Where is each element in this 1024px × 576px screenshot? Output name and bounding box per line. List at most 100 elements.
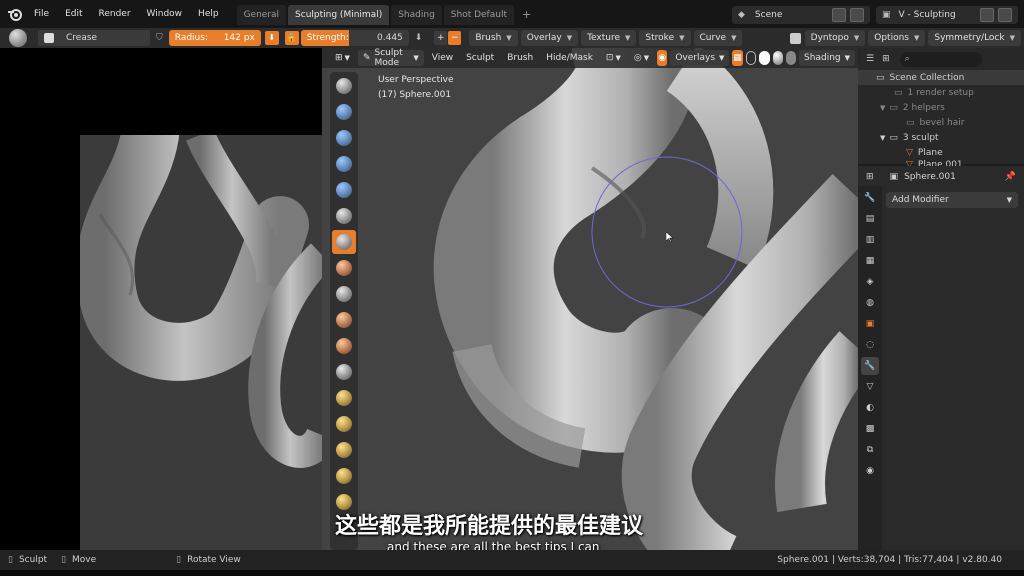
new-scene-icon[interactable] (832, 8, 846, 22)
stroke-dropdown[interactable]: Stroke ▼ (639, 30, 691, 46)
radius-pressure-icon[interactable]: ⬇ (264, 31, 279, 45)
tool-nudge[interactable] (332, 464, 356, 488)
menu-render[interactable]: Render (91, 0, 139, 28)
add-workspace-icon[interactable]: + (516, 8, 537, 21)
gizmo-toggle-icon[interactable]: ◎ ▼ (629, 50, 654, 66)
view-object-types-icon[interactable]: ⊡ ▼ (601, 50, 626, 66)
view-layer-selector[interactable]: ▣ V - Sculpting (876, 6, 1018, 24)
solid-shading-icon[interactable] (759, 51, 770, 65)
texture-dropdown[interactable]: Texture ▼ (581, 30, 637, 46)
outliner-row-render-setup[interactable]: ▭ 1 render setup (858, 85, 1024, 100)
material-tab-icon[interactable]: ◐ (861, 399, 879, 417)
render-tab-icon[interactable]: ▤ (861, 210, 879, 228)
status-bar: ▯ Sculpt ▯ Move ▯ Rotate View Sphere.001… (0, 550, 1024, 570)
overlays-toggle-icon[interactable]: ◉ (657, 50, 668, 66)
menu-file[interactable]: File (26, 0, 57, 28)
direction-add-button[interactable]: + (434, 31, 448, 45)
data-tab-icon[interactable]: ◉ (861, 462, 879, 480)
shading-dropdown[interactable]: Shading ▼ (799, 50, 855, 66)
material-shading-icon[interactable] (772, 51, 783, 65)
brush-dropdown[interactable]: Brush ▼ (469, 30, 518, 46)
modifier-tab-icon[interactable]: 🔧 (861, 357, 879, 375)
wireframe-shading-icon[interactable] (745, 51, 757, 65)
delete-scene-icon[interactable] (850, 8, 864, 22)
viewport-menu-brush[interactable]: Brush (502, 50, 538, 66)
outliner-row-bevel-hair[interactable]: ▭ bevel hair (858, 115, 1024, 130)
outliner-row-helpers[interactable]: ▼ ▭ 2 helpers (858, 100, 1024, 115)
strength-lock-icon[interactable]: 🔒 (284, 31, 299, 45)
outliner-display-icon[interactable]: ⊞ (882, 54, 890, 64)
pin-icon[interactable]: 📌 (1005, 172, 1016, 182)
viewport-menu-sculpt[interactable]: Sculpt (461, 50, 499, 66)
brush-preview-icon[interactable] (9, 29, 27, 47)
tool-draw-sharp[interactable] (332, 100, 356, 124)
editor-type-icon[interactable]: ⊞ ▼ (330, 50, 355, 66)
tool-layer[interactable] (332, 178, 356, 202)
view-layer-tab-icon[interactable]: ▦ (861, 252, 879, 270)
symmetry-dropdown[interactable]: Symmetry/Lock ▼ (928, 30, 1021, 46)
strength-field[interactable]: Strength: 0.445 (300, 30, 409, 46)
menu-edit[interactable]: Edit (57, 0, 90, 28)
tool-crease[interactable] (332, 230, 356, 254)
blender-logo-icon[interactable] (4, 3, 26, 25)
new-view-layer-icon[interactable] (980, 8, 994, 22)
brush-name-text: Crease (66, 33, 98, 43)
texture-tab-icon[interactable]: ▩ (861, 420, 879, 438)
delete-view-layer-icon[interactable] (998, 8, 1012, 22)
tool-clay[interactable] (332, 126, 356, 150)
properties-editor: ⊞ ▣ Sphere.001 📌 🔧 ▤ ▥ ▦ ◈ ◍ ▣ ◌ 🔧 ▽ ◐ ▩… (858, 166, 1024, 550)
3d-viewport[interactable]: ⊞ ▼ ✎ Sculpt Mode ▼ View Sculpt Brush Hid… (322, 48, 858, 550)
strength-pressure-icon[interactable]: ⬇ (415, 33, 423, 43)
workspace-tab-shot-default[interactable]: Shot Default (443, 5, 514, 25)
rendered-shading-icon[interactable] (785, 51, 797, 65)
tool-tab-icon[interactable]: 🔧 (861, 189, 879, 207)
direction-subtract-button[interactable]: − (448, 31, 462, 45)
dyntopo-checkbox[interactable] (789, 32, 801, 44)
brush-name-field[interactable]: Crease (38, 30, 150, 46)
tool-thumb[interactable] (332, 438, 356, 462)
scene-stats: Sphere.001 | Verts:38,704 | Tris:77,404 … (777, 555, 1002, 565)
menu-window[interactable]: Window (139, 0, 191, 28)
outliner-row-sculpt[interactable]: ▼ ▭ 3 sculpt (858, 130, 1024, 145)
scene-tab-icon[interactable]: ◈ (861, 273, 879, 291)
outliner-editor-icon[interactable]: ☰ (866, 54, 874, 64)
properties-editor-icon[interactable]: ⊞ (866, 172, 874, 182)
overlay-dropdown[interactable]: Overlay ▼ (520, 30, 579, 46)
tool-pinch[interactable] (332, 360, 356, 384)
menu-help[interactable]: Help (190, 0, 227, 28)
tool-grab[interactable] (332, 386, 356, 410)
particles-tab-icon[interactable]: ▽ (861, 378, 879, 396)
outliner-row-scene-collection[interactable]: ▭ Scene Collection (858, 70, 1024, 85)
outliner-search-input[interactable]: ⌕ (899, 51, 982, 67)
workspace-tab-sculpting-minimal[interactable]: Sculpting (Minimal) (288, 5, 390, 25)
tool-clay-strips[interactable] (332, 152, 356, 176)
physics-tab-icon[interactable]: ◌ (861, 336, 879, 354)
options-dropdown[interactable]: Options ▼ (868, 30, 926, 46)
tool-flatten[interactable] (332, 282, 356, 306)
reference-sculpt-view (80, 135, 322, 550)
constraints-tab-icon[interactable]: ⧉ (861, 441, 879, 459)
radius-field[interactable]: Radius: 142 px (168, 30, 261, 46)
xray-toggle-icon[interactable]: ▦ (732, 50, 743, 66)
tool-smooth[interactable] (332, 256, 356, 280)
viewport-menu-hide-mask[interactable]: Hide/Mask (541, 50, 598, 66)
overlays-dropdown[interactable]: Overlays ▼ (670, 50, 730, 66)
object-tab-icon[interactable]: ▣ (861, 315, 879, 333)
workspace-tab-general[interactable]: General (236, 5, 287, 25)
workspace-tab-shading[interactable]: Shading (391, 5, 442, 25)
tool-draw[interactable] (332, 74, 356, 98)
outliner-row-plane[interactable]: ▽ Plane (858, 145, 1024, 160)
tool-inflate[interactable] (332, 204, 356, 228)
dyntopo-dropdown[interactable]: Dyntopo ▼ (804, 30, 866, 46)
tool-scrape[interactable] (332, 334, 356, 358)
mode-dropdown[interactable]: ✎ Sculpt Mode ▼ (357, 48, 424, 68)
world-tab-icon[interactable]: ◍ (861, 294, 879, 312)
tool-snake-hook[interactable] (332, 412, 356, 436)
tool-fill[interactable] (332, 308, 356, 332)
add-modifier-dropdown[interactable]: Add Modifier ▼ (886, 192, 1018, 208)
output-tab-icon[interactable]: ▥ (861, 231, 879, 249)
scene-selector[interactable]: ◆ Scene (732, 6, 870, 24)
fake-user-icon[interactable]: ⛉ (156, 33, 163, 43)
curve-dropdown[interactable]: Curve ▼ (693, 30, 743, 46)
viewport-menu-view[interactable]: View (427, 50, 458, 66)
